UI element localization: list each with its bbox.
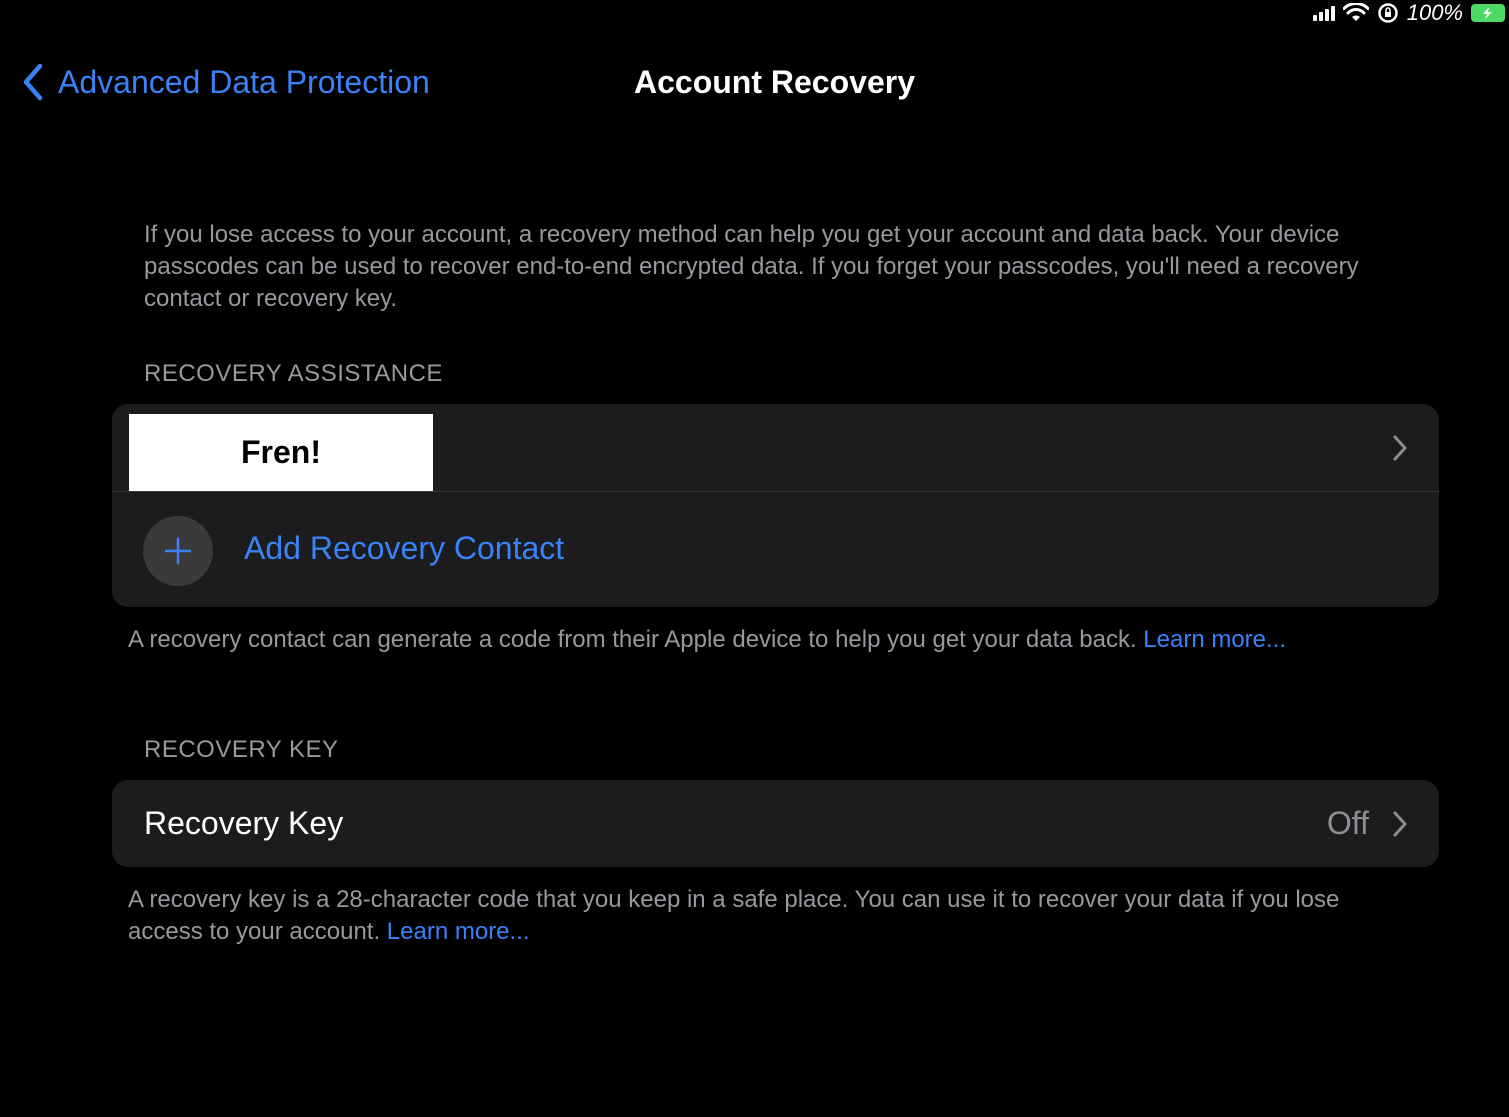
- plus-icon: [164, 537, 192, 565]
- learn-more-link-contact[interactable]: Learn more...: [1143, 626, 1286, 653]
- contact-name-redaction: Fren!: [129, 414, 433, 491]
- intro-description: If you lose access to your account, a re…: [144, 221, 1359, 312]
- add-contact-circle: [143, 516, 213, 586]
- orientation-lock-icon: [1377, 3, 1398, 23]
- add-recovery-contact-label: Add Recovery Contact: [244, 530, 565, 566]
- section-header-recovery-key: RECOVERY KEY: [144, 736, 339, 763]
- page-title: Account Recovery: [634, 64, 915, 100]
- learn-more-link-key[interactable]: Learn more...: [387, 918, 530, 945]
- battery-percent: 100%: [1406, 0, 1463, 25]
- recovery-contact-footer-text: A recovery contact can generate a code f…: [128, 626, 1144, 653]
- recovery-key-footer: A recovery key is a 28-character code th…: [128, 884, 1418, 948]
- contact-name: Fren!: [241, 434, 321, 470]
- recovery-key-footer-text: A recovery key is a 28-character code th…: [128, 886, 1340, 945]
- cellular-signal-icon: [1312, 5, 1335, 21]
- recovery-key-row[interactable]: Recovery Key Off: [112, 780, 1439, 867]
- recovery-contact-footer: A recovery contact can generate a code f…: [128, 624, 1418, 656]
- chevron-right-icon: [1393, 811, 1407, 837]
- recovery-contact-row[interactable]: Fren!: [112, 404, 1439, 492]
- wifi-icon: [1342, 3, 1369, 21]
- recovery-key-status: Off: [1326, 805, 1369, 841]
- recovery-assistance-card: Fren! Add Recovery Contact: [112, 404, 1439, 607]
- add-recovery-contact-row[interactable]: Add Recovery Contact: [112, 492, 1439, 607]
- chevron-right-icon: [1393, 435, 1407, 461]
- section-header-recovery-assistance: RECOVERY ASSISTANCE: [144, 360, 443, 387]
- battery-icon: [1471, 4, 1505, 22]
- recovery-key-card: Recovery Key Off: [112, 780, 1439, 867]
- recovery-key-label: Recovery Key: [144, 805, 344, 841]
- status-bar: 100%: [1312, 0, 1509, 26]
